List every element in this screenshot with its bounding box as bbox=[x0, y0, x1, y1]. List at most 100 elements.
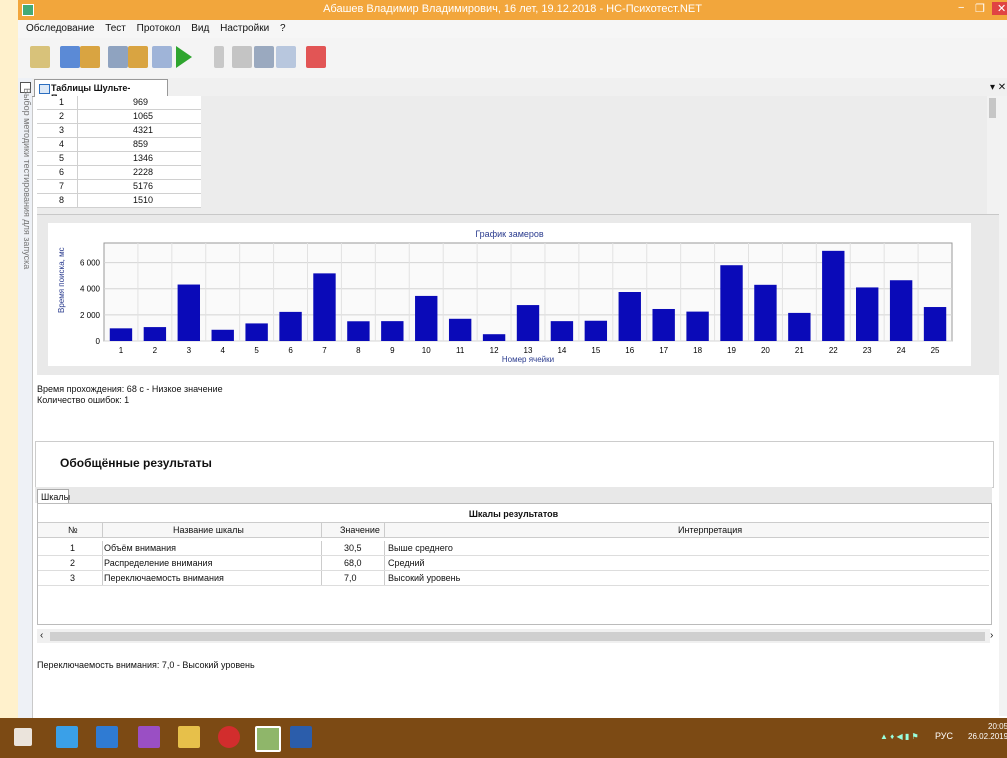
photo-icon[interactable] bbox=[138, 726, 160, 748]
side-panel-label[interactable]: Выбор методики тестирования для запуска bbox=[18, 88, 32, 288]
maximize-button[interactable]: ❐ bbox=[975, 2, 985, 15]
bar bbox=[381, 321, 404, 341]
column-value[interactable]: Значение bbox=[340, 525, 380, 535]
main-scrollbar[interactable] bbox=[999, 96, 1007, 716]
table-row[interactable]: 7 5176 bbox=[37, 180, 201, 194]
tab-scales[interactable]: Шкалы bbox=[37, 489, 70, 504]
bar bbox=[415, 295, 438, 341]
windows-start-icon[interactable] bbox=[14, 728, 32, 746]
table-row[interactable]: 3 Переключаемость внимания 7,0 Высокий у… bbox=[38, 571, 989, 586]
psychotest-app-icon[interactable] bbox=[255, 726, 281, 752]
table-row[interactable]: 6 2228 bbox=[37, 166, 201, 180]
column-number[interactable]: № bbox=[68, 525, 78, 535]
table-row[interactable]: 4 859 bbox=[37, 138, 201, 152]
run-icon[interactable] bbox=[176, 46, 192, 68]
menu-bar: Обследование Тест Протокол Вид Настройки… bbox=[18, 20, 1007, 38]
menu-help[interactable]: ? bbox=[280, 23, 286, 34]
column-interpretation[interactable]: Интерпретация bbox=[678, 525, 742, 535]
save-icon[interactable] bbox=[108, 46, 128, 68]
bar bbox=[347, 321, 370, 341]
word-icon[interactable] bbox=[290, 726, 312, 748]
table-row[interactable]: 8 1510 bbox=[37, 194, 201, 208]
table-row[interactable]: 5 1346 bbox=[37, 152, 201, 166]
horizontal-scrollbar-thumb[interactable] bbox=[50, 632, 985, 641]
file-explorer-icon[interactable] bbox=[178, 726, 200, 748]
cell-number: 3 bbox=[59, 125, 65, 135]
menu-test[interactable]: Тест bbox=[105, 23, 126, 34]
tree-icon[interactable] bbox=[30, 46, 50, 68]
menu-nastroiki[interactable]: Настройки bbox=[220, 23, 269, 34]
table-row[interactable]: 2 1065 bbox=[37, 110, 201, 124]
report-icon[interactable] bbox=[232, 46, 252, 68]
new-document-icon[interactable] bbox=[60, 46, 80, 68]
bar bbox=[211, 329, 234, 341]
x-tick-label: 25 bbox=[931, 346, 940, 355]
column-scale-name[interactable]: Название шкалы bbox=[173, 525, 244, 535]
row-number: 1 bbox=[70, 543, 76, 553]
folder-icon[interactable] bbox=[128, 46, 148, 68]
menu-protokol[interactable]: Протокол bbox=[137, 23, 181, 34]
export-icon[interactable] bbox=[152, 46, 172, 68]
results-title: Обобщённые результаты bbox=[60, 456, 212, 470]
cell-value: 1065 bbox=[133, 111, 154, 121]
table-row[interactable]: 2 Распределение внимания 68,0 Средний bbox=[38, 556, 989, 571]
bar bbox=[313, 273, 336, 341]
table-scrollbar-thumb[interactable] bbox=[989, 98, 996, 118]
x-tick-label: 11 bbox=[456, 346, 465, 355]
x-tick-label: 12 bbox=[490, 346, 499, 355]
x-tick-label: 3 bbox=[187, 346, 192, 355]
tab-schulte-tables[interactable]: Таблицы Шульте-Платоно... bbox=[34, 79, 168, 103]
tray-icons[interactable]: ▲ ♦ ◀ ▮ ⚑ bbox=[880, 732, 924, 742]
x-tick-label: 15 bbox=[591, 346, 600, 355]
close-button[interactable]: ✕ bbox=[992, 2, 1007, 15]
cell-value: 2228 bbox=[133, 167, 154, 177]
tab-close-icon[interactable]: ▾ ✕ bbox=[990, 82, 1006, 93]
errors-info: Количество ошибок: 1 bbox=[37, 395, 130, 405]
results-tab-strip bbox=[35, 487, 992, 503]
store-icon[interactable] bbox=[96, 726, 118, 748]
row-value: 68,0 bbox=[344, 558, 362, 568]
open-folder-icon[interactable] bbox=[80, 46, 100, 68]
wrench-icon[interactable] bbox=[254, 46, 274, 68]
x-tick-label: 9 bbox=[390, 346, 395, 355]
bar bbox=[889, 280, 913, 341]
pause-icon[interactable] bbox=[214, 46, 224, 68]
scroll-right-icon[interactable]: › bbox=[990, 630, 993, 641]
bar bbox=[923, 307, 947, 341]
measurements-chart: 02 0004 0006 0001 2 3 4 5 6 7 8 9 10 11 12 13 14 15 16 1… bbox=[57, 242, 953, 364]
x-tick-label: 23 bbox=[863, 346, 872, 355]
taskbar: ▲ ♦ ◀ ▮ ⚑ bbox=[0, 718, 1007, 758]
row-number: 2 bbox=[70, 558, 76, 568]
row-interpretation: Средний bbox=[388, 558, 425, 568]
bar bbox=[754, 284, 777, 341]
x-tick-label: 1 bbox=[119, 346, 124, 355]
cell-value: 5176 bbox=[133, 181, 154, 191]
internet-explorer-icon[interactable] bbox=[56, 726, 78, 748]
opera-icon[interactable] bbox=[218, 726, 240, 748]
cell-value: 1510 bbox=[133, 195, 154, 205]
x-tick-label: 17 bbox=[659, 346, 668, 355]
menu-obsledovanie[interactable]: Обследование bbox=[26, 23, 94, 34]
x-tick-label: 22 bbox=[829, 346, 838, 355]
y-tick-label: 6 000 bbox=[80, 259, 101, 268]
scroll-left-icon[interactable]: ‹ bbox=[40, 630, 43, 641]
title-bar: Абашев Владимир Владимирович, 16 лет, 19… bbox=[18, 0, 1007, 20]
table-row[interactable]: 3 4321 bbox=[37, 124, 201, 138]
clock[interactable]: 20:05 26.02.2019 bbox=[968, 722, 1007, 742]
cell-value: 969 bbox=[133, 97, 149, 107]
table-row[interactable]: 1 969 bbox=[37, 96, 201, 110]
delete-icon[interactable] bbox=[306, 46, 326, 68]
copy-icon[interactable] bbox=[276, 46, 296, 68]
cell-number: 7 bbox=[59, 181, 65, 191]
x-tick-label: 7 bbox=[322, 346, 327, 355]
table-row[interactable]: 1 Объём внимания 30,5 Выше среднего bbox=[38, 541, 989, 556]
x-tick-label: 6 bbox=[288, 346, 293, 355]
cell-number: 4 bbox=[59, 139, 65, 149]
bar bbox=[856, 287, 879, 341]
window-title: Абашев Владимир Владимирович, 16 лет, 19… bbox=[323, 3, 702, 15]
minimize-button[interactable]: − bbox=[958, 2, 964, 14]
menu-vid[interactable]: Вид bbox=[191, 23, 209, 34]
language-indicator[interactable]: РУС bbox=[935, 731, 953, 741]
chart-y-label: Время поиска, мс bbox=[57, 247, 66, 313]
bar bbox=[652, 308, 675, 341]
